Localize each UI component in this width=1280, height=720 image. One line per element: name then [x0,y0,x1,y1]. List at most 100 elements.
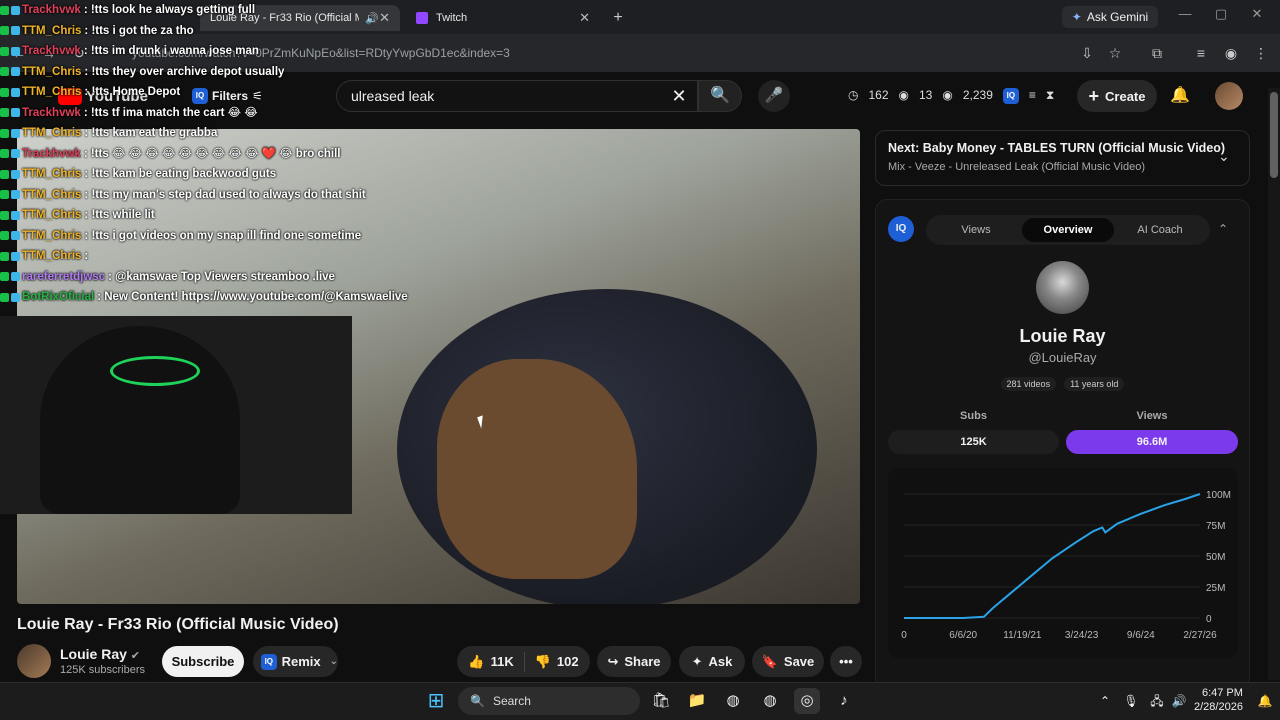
more-actions-button[interactable]: ••• [830,646,862,677]
chrome-profile-icon[interactable]: ◍ [757,688,783,714]
chat-badge-icon [0,149,9,159]
save-button[interactable]: 🔖 Save [752,646,824,677]
close-window-button[interactable]: ✕ [1242,6,1272,28]
install-app-icon[interactable]: ⇩ [1076,42,1098,64]
obs-icon[interactable]: ◎ [794,688,820,714]
bookmark-star-icon[interactable]: ☆ [1104,42,1126,64]
chevron-up-icon[interactable]: ⌃ [1218,222,1228,236]
system-clock[interactable]: 6:47 PM 2/28/2026 [1194,686,1243,714]
ask-button[interactable]: ✦ Ask [679,646,745,677]
media-control-icon[interactable]: ≡ [1190,42,1212,64]
chat-username: TTM_Chris [22,250,82,262]
file-explorer-icon[interactable]: 📁 [684,688,710,714]
mic-icon: 🎤 [764,87,784,104]
chat-badge-icon [0,210,9,220]
taskbar-search[interactable]: 🔍 Search [458,687,640,715]
chat-badge-icon [0,67,9,77]
thumbs-down-icon: 👎 [534,653,551,669]
search-icon: 🔍 [470,694,485,708]
up-next-title: Next: Baby Money - TABLES TURN (Official… [888,141,1226,155]
list-icon[interactable]: ≡ [1029,88,1036,104]
menu-icon[interactable]: ⋮ [1250,42,1272,64]
chat-badge-icon [11,149,20,159]
clock-time: 6:47 PM [1201,687,1243,699]
chat-text: : !tts my man's step dad used to always … [84,188,366,201]
voice-search-button[interactable]: 🎤 [758,80,790,112]
channel-avatar[interactable] [17,644,51,678]
account-avatar[interactable] [1215,82,1243,110]
iq-icon: IQ [261,653,277,670]
chat-text: : !tts kam be eating backwood guts [84,168,277,180]
chart-x-tick-label: 9/6/24 [1127,630,1155,641]
up-next-card[interactable] [875,130,1250,186]
like-button[interactable]: 👍 11K [468,654,513,670]
chat-badge-icon [0,5,9,15]
chat-username: rareferretdjwsc [22,270,106,283]
channel-name[interactable]: Louie Ray ✔ [60,646,140,662]
chat-badge-icon [11,67,20,77]
chrome-icon[interactable]: ◍ [720,688,746,714]
create-button[interactable]: + Create [1077,80,1157,112]
stat-a: 162 [868,88,889,102]
dislike-count: 102 [556,654,579,669]
close-tab-icon[interactable]: ✕ [579,10,590,26]
subs-toggle[interactable]: 125K [888,430,1059,454]
windows-start-icon[interactable]: ⊞ [423,688,449,714]
tab-ai-coach[interactable]: AI Coach [1114,218,1206,242]
chat-message: TTM_Chris: !tts they over archive depot … [0,62,440,83]
ask-gemini-button[interactable]: ✦ Ask Gemini [1062,6,1158,28]
chat-badge-icon [11,251,20,261]
chat-badge-icon [11,231,20,241]
up-next-subtitle: Mix - Veeze - Unreleased Leak (Official … [888,161,1145,173]
gemini-icon: ✦ [1071,10,1082,24]
iq-icon[interactable]: IQ [1002,88,1019,104]
hourglass-icon[interactable]: ⧗ [1046,88,1054,104]
store-icon[interactable]: 🛍 [648,688,674,714]
chat-message: Trackhvwk: !tts im drunk i wanna jose ma… [0,41,440,62]
maximize-button[interactable]: ▢ [1206,6,1236,28]
chart-x-tick-label: 3/24/23 [1065,630,1099,641]
chat-badge-icon [11,128,20,138]
video-count-chip: 281 videos [1000,377,1057,391]
chevron-down-icon: ⌄ [329,656,338,667]
profile-icon[interactable]: ◉ [1220,42,1242,64]
subscribe-button[interactable]: Subscribe [162,646,244,677]
new-tab-button[interactable]: + [608,8,628,28]
clear-search-icon[interactable]: ✕ [668,86,690,106]
chat-message: rareferretdjwsc: @kamswae Top Viewers st… [0,267,440,288]
volume-icon[interactable]: 🔊 [1166,688,1192,714]
chevron-down-icon[interactable]: ⌄ [1218,148,1230,165]
headset-icon [110,356,200,386]
notifications-bell-icon[interactable]: 🔔 [1168,84,1192,108]
chat-message: Trackhvwk: !tts 😂 😂 😂 😂 😂 😂 😂 😂 😂 ❤️ 😂 b… [0,144,440,165]
chat-username: TTM_Chris [22,65,82,78]
chart-x-tick-label: 2/27/26 [1183,630,1217,641]
verified-icon: ✔ [130,650,141,662]
tab-overview[interactable]: Overview [1022,218,1114,242]
notification-icon[interactable]: 🔔 [1252,688,1278,714]
tiktok-icon[interactable]: ♪ [831,688,857,714]
chart-y-tick-label: 0 [1206,614,1212,625]
remix-button[interactable]: IQ Remix ⌄ [253,646,338,677]
chat-message: TTM_Chris: !tts Home Depot [0,82,440,103]
clock-date: 2/28/2026 [1194,701,1243,713]
chat-text: : !tts i got the za tho [84,24,194,37]
chart-x-tick-label: 6/6/20 [949,630,977,641]
chevron-up-icon[interactable]: ⌃ [1092,688,1118,714]
search-button[interactable]: 🔍 [698,80,742,112]
share-button[interactable]: ↪ Share [597,646,671,677]
chat-message: TTM_Chris: !tts i got videos on my snap … [0,226,440,247]
more-icon: ••• [839,654,853,669]
dislike-button[interactable]: 👎 102 [535,654,579,670]
minimize-button[interactable]: — [1170,6,1200,28]
mic-icon[interactable]: 🎙 [1118,688,1144,714]
scrollbar-thumb[interactable] [1270,92,1278,178]
chat-username: TTM_Chris [22,188,82,201]
tab-views[interactable]: Views [930,218,1022,242]
chat-username: Trackhvwk [22,147,81,160]
chart-y-tick-label: 25M [1206,583,1225,594]
chat-text: : !tts look he always getting full [83,4,256,16]
extensions-icon[interactable]: ⧉ [1146,42,1168,64]
channel-age-chip: 11 years old [1064,377,1125,391]
views-toggle[interactable]: 96.6M [1066,430,1238,454]
